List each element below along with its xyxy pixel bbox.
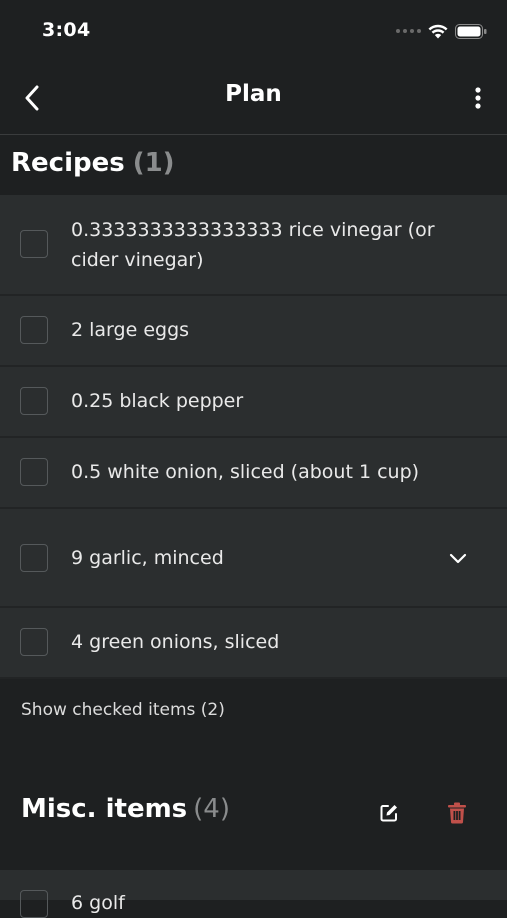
list-item[interactable]: 2 large eggs <box>0 296 507 367</box>
status-bar: 3:04 <box>0 0 507 62</box>
section-title: Misc. items (4) <box>21 794 230 824</box>
item-label: 6 golf <box>71 892 125 914</box>
trash-icon <box>448 802 466 824</box>
misc-section-header: Misc. items (4) <box>0 780 507 844</box>
more-vertical-icon <box>475 87 481 109</box>
list-item[interactable]: 0.5 white onion, sliced (about 1 cup) <box>0 438 507 509</box>
item-checkbox[interactable] <box>20 544 48 572</box>
list-item[interactable]: 0.25 black pepper <box>0 367 507 438</box>
edit-icon <box>380 805 397 822</box>
section-title-text: Recipes <box>11 148 125 178</box>
battery-icon <box>455 23 487 39</box>
section-title-text: Misc. items <box>21 794 188 824</box>
recipes-section-header: Recipes (1) <box>0 135 507 195</box>
more-options-button[interactable] <box>467 82 489 114</box>
item-checkbox[interactable] <box>20 316 48 344</box>
item-label: 9 garlic, minced <box>71 547 224 569</box>
delete-button[interactable] <box>444 799 470 827</box>
item-label: 2 large eggs <box>71 319 190 341</box>
page-title: Plan <box>225 81 282 107</box>
item-label: 4 green onions, sliced <box>71 631 280 653</box>
item-label: 0.25 black pepper <box>71 390 244 412</box>
recipe-item-list: 0.3333333333333333 rice vinegar (or cide… <box>0 195 507 679</box>
item-label: 0.3333333333333333 rice vinegar (or cide… <box>71 219 435 271</box>
item-checkbox[interactable] <box>20 230 48 258</box>
list-item[interactable]: 4 green onions, sliced <box>0 608 507 679</box>
item-checkbox[interactable] <box>20 458 48 486</box>
wifi-icon <box>428 24 448 38</box>
nav-bar: Plan <box>0 62 507 135</box>
status-time: 3:04 <box>42 19 91 41</box>
chevron-down-icon <box>449 553 467 564</box>
list-item[interactable]: 0.3333333333333333 rice vinegar (or cide… <box>0 195 507 296</box>
expand-button[interactable] <box>447 547 469 569</box>
section-title: Recipes (1) <box>11 148 175 178</box>
item-checkbox[interactable] <box>20 628 48 656</box>
item-checkbox[interactable] <box>20 387 48 415</box>
item-checkbox[interactable] <box>20 890 48 918</box>
item-label: 0.5 white onion, sliced (about 1 cup) <box>71 461 420 483</box>
list-item[interactable]: 6 golf <box>0 870 507 918</box>
status-icons <box>396 22 487 40</box>
section-count: (1) <box>132 148 175 178</box>
edit-button[interactable] <box>376 800 402 826</box>
section-count: (4) <box>193 794 230 824</box>
signal-dots-icon <box>396 29 421 33</box>
show-checked-items-link[interactable]: Show checked items (2) <box>21 700 225 720</box>
list-item[interactable]: 9 garlic, minced <box>0 509 507 608</box>
